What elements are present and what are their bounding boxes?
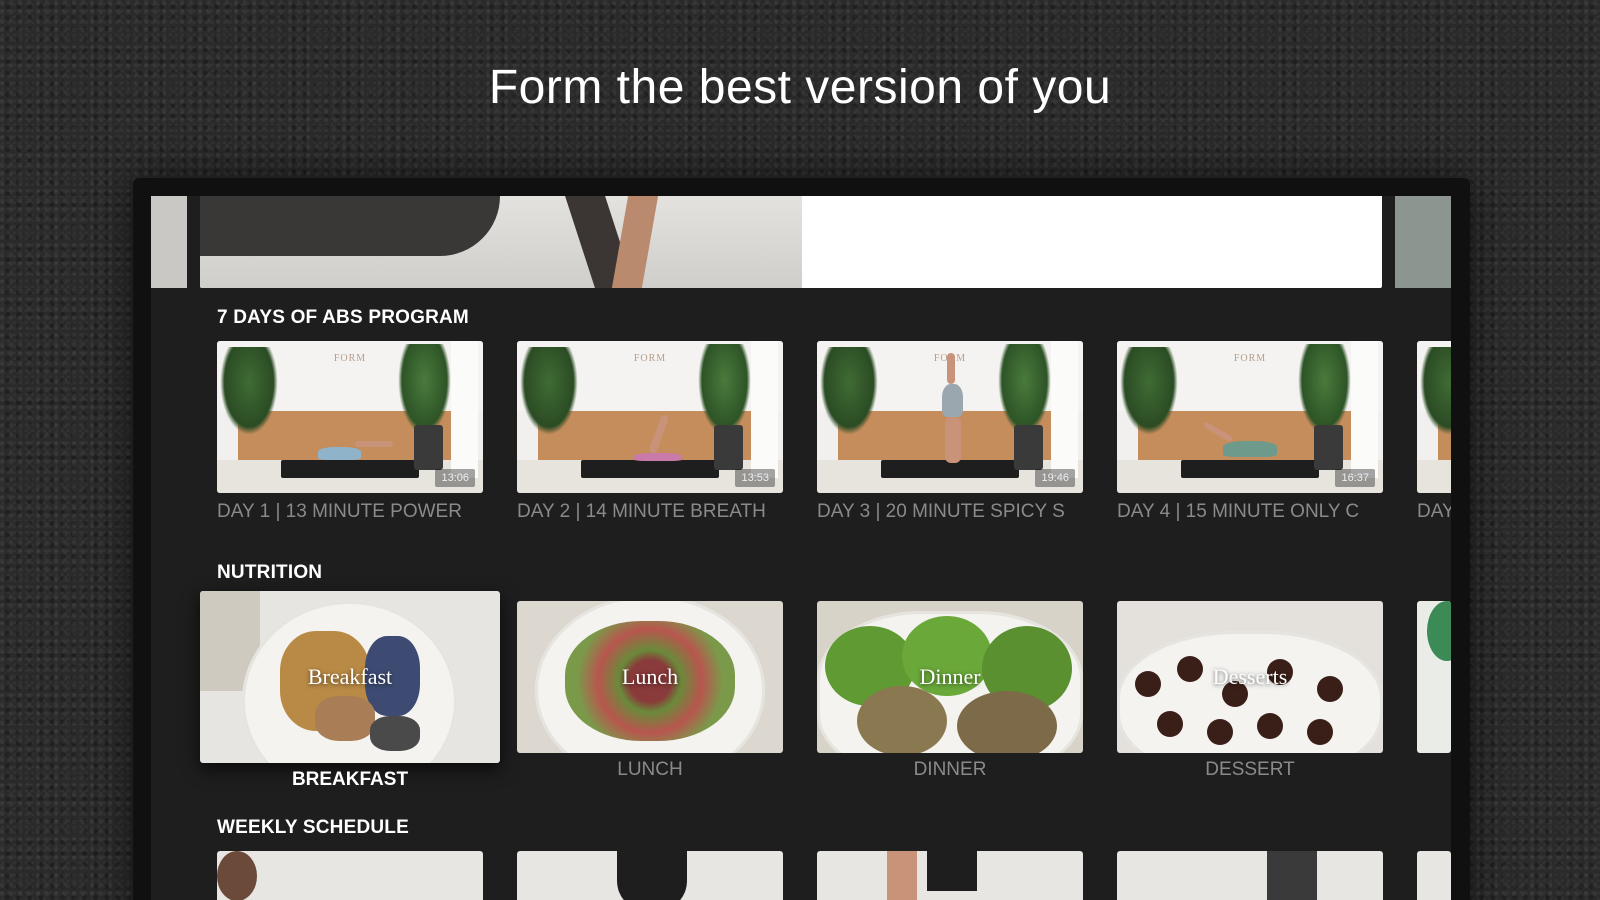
duration-badge: 13:53: [735, 469, 775, 487]
section-title-abs: 7 DAYS OF ABS PROGRAM: [217, 307, 469, 328]
workout-thumbnail: FORM 16:37: [1117, 341, 1383, 493]
hero-image: [200, 196, 802, 288]
duration-badge: 16:37: [1335, 469, 1375, 487]
workout-card-day5[interactable]: DAY: [1417, 341, 1451, 531]
food-title: Desserts: [1212, 664, 1288, 689]
duration-badge: 13:06: [435, 469, 475, 487]
workout-thumbnail: FORM 19:46: [817, 341, 1083, 493]
workout-card-day3[interactable]: FORM 19:46 DAY 3 | 20 MINUTE SPICY S: [817, 341, 1083, 531]
workout-thumbnail: FORM 13:06: [217, 341, 483, 493]
hero-carousel[interactable]: [151, 196, 1451, 288]
abs-row: FORM 13:06 DAY 1 | 13 MINUTE POWER FORM …: [151, 341, 1451, 541]
food-title: Breakfast: [307, 664, 393, 689]
schedule-card-2[interactable]: [517, 851, 783, 900]
nutrition-card-lunch[interactable]: Lunch LUNCH: [517, 601, 783, 791]
nutrition-label: BREAKFAST: [291, 769, 409, 790]
section-title-nutrition: NUTRITION: [217, 562, 323, 583]
nutrition-row: Breakfast BREAKFAST Lunch LUNCH Dinner D…: [151, 591, 1451, 801]
workout-card-day2[interactable]: FORM 13:53 DAY 2 | 14 MINUTE BREATH: [517, 341, 783, 531]
dinner-thumbnail: Dinner: [817, 601, 1083, 753]
duration-badge: 19:46: [1035, 469, 1075, 487]
schedule-row: [151, 851, 1451, 900]
food-title: Dinner: [919, 664, 981, 689]
hero-slide[interactable]: [200, 196, 1382, 288]
hero-prev-slide[interactable]: [151, 196, 187, 288]
workout-card-label: DAY 3 | 20 MINUTE SPICY S: [817, 501, 1065, 522]
page-headline: Form the best version of you: [488, 61, 1112, 114]
section-title-schedule: WEEKLY SCHEDULE: [217, 817, 409, 838]
schedule-card-1[interactable]: [217, 851, 483, 900]
schedule-card-5[interactable]: [1417, 851, 1451, 900]
lunch-thumbnail: Lunch: [517, 601, 783, 753]
workout-card-label: DAY: [1417, 501, 1451, 522]
workout-card-label: DAY 4 | 15 MINUTE ONLY C: [1117, 501, 1360, 522]
dessert-thumbnail: Desserts: [1117, 601, 1383, 753]
schedule-card-3[interactable]: [817, 851, 1083, 900]
workout-card-label: DAY 1 | 13 MINUTE POWER: [217, 501, 462, 522]
nutrition-label: DESSERT: [1205, 759, 1295, 780]
workout-card-day4[interactable]: FORM 16:37 DAY 4 | 15 MINUTE ONLY C: [1117, 341, 1383, 531]
nutrition-label: LUNCH: [617, 759, 683, 780]
nutrition-card-breakfast[interactable]: Breakfast BREAKFAST: [200, 591, 500, 791]
nutrition-label: DINNER: [913, 759, 987, 780]
nutrition-card-dinner[interactable]: Dinner DINNER: [817, 601, 1083, 791]
workout-thumbnail: [1417, 341, 1451, 493]
workout-thumbnail: FORM 13:53: [517, 341, 783, 493]
workout-card-label: DAY 2 | 14 MINUTE BREATH: [517, 501, 766, 522]
app-screen: 7 DAYS OF ABS PROGRAM FORM 13:06 DAY 1 |…: [151, 196, 1451, 900]
nutrition-card-dessert[interactable]: Desserts DESSERT: [1117, 601, 1383, 791]
food-title: Lunch: [621, 664, 679, 689]
schedule-card-4[interactable]: [1117, 851, 1383, 900]
hero-next-slide[interactable]: [1395, 196, 1451, 288]
breakfast-thumbnail: Breakfast: [200, 591, 500, 763]
workout-card-day1[interactable]: FORM 13:06 DAY 1 | 13 MINUTE POWER: [217, 341, 483, 531]
nutrition-card-next[interactable]: [1417, 601, 1451, 753]
